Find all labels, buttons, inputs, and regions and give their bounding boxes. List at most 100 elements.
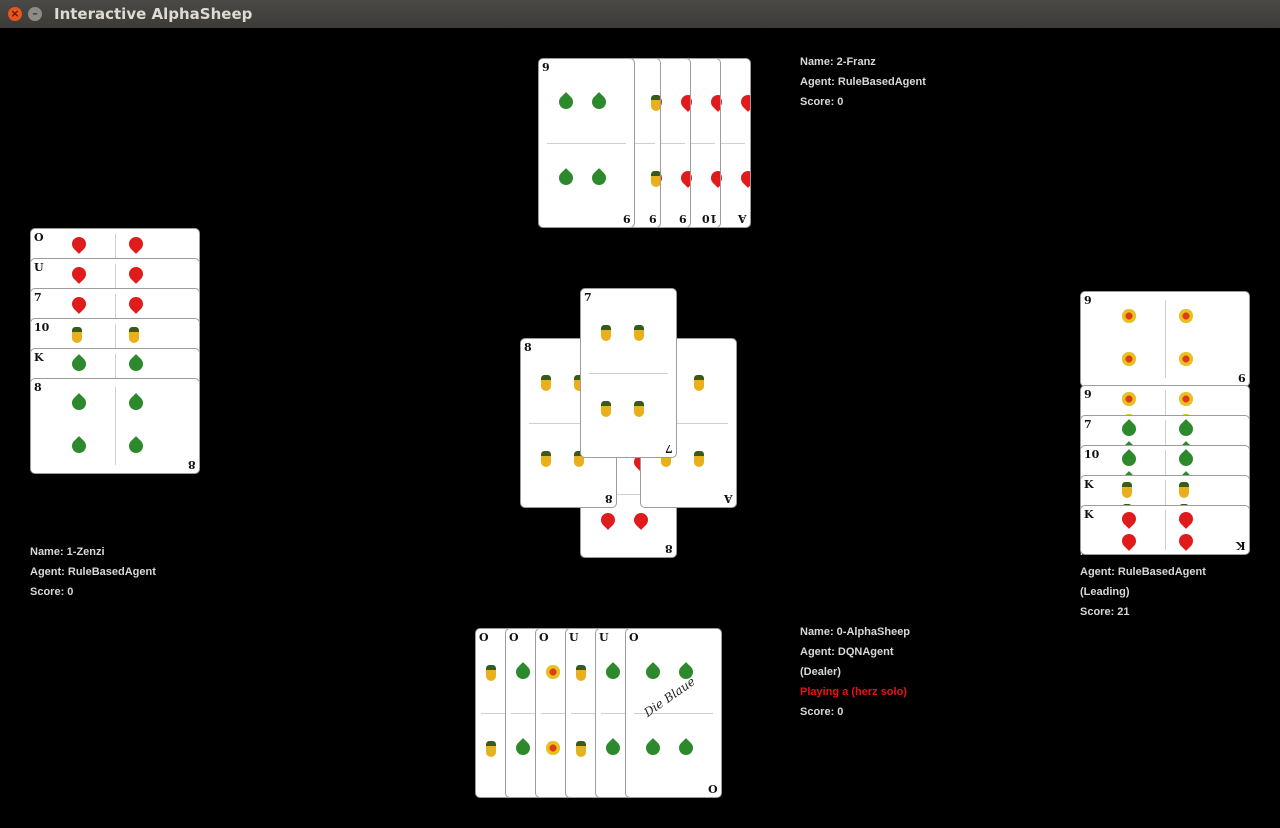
heart-icon (708, 91, 720, 112)
card-rank: 9 (623, 212, 631, 225)
card-rank: O (708, 782, 718, 795)
card-rank: O (629, 631, 639, 644)
leaf-icon (602, 738, 623, 758)
acorn-icon (651, 171, 660, 187)
card-rank: K (1236, 539, 1246, 552)
card-leaf-o[interactable]: O O Die Blaue (625, 628, 722, 798)
card-rank: 7 (584, 291, 592, 304)
player-score: Score: 0 (800, 96, 844, 108)
card-rank: 8 (605, 492, 613, 505)
game-table: Name: 2-Franz Agent: RuleBasedAgent Scor… (0, 28, 1280, 828)
window-title: Interactive AlphaSheep (54, 5, 253, 23)
card-rank: 9 (1238, 371, 1246, 384)
leaf-icon (589, 168, 610, 188)
leaf-icon (556, 168, 577, 188)
close-icon[interactable]: × (8, 7, 22, 21)
card-rank: 8 (34, 381, 42, 394)
player-agent: Agent: RuleBasedAgent (30, 566, 156, 578)
card-rank: U (34, 261, 44, 274)
heart-icon (1176, 508, 1197, 529)
player-name: Name: 2-Franz (800, 56, 876, 68)
leaf-icon (68, 354, 89, 374)
bell-icon (545, 664, 560, 679)
heart-icon (1118, 531, 1139, 551)
card-leaf-8: 88 (30, 378, 200, 474)
leaf-icon (68, 436, 89, 457)
acorn-icon (694, 374, 705, 391)
acorn-icon (601, 324, 612, 341)
card-rank: 8 (665, 542, 673, 555)
card-rank: 8 (524, 341, 532, 354)
card-rank: 9 (542, 61, 550, 74)
card-rank: 9 (679, 212, 687, 225)
card-bell-9: 99 (1080, 291, 1250, 387)
player-score: Score: 21 (1080, 606, 1130, 618)
heart-icon (678, 168, 690, 188)
minimize-icon[interactable]: – (28, 7, 42, 21)
card-divider (1165, 299, 1166, 379)
heart-icon (68, 234, 89, 254)
acorn-icon (1121, 481, 1132, 498)
bell-icon (1179, 309, 1194, 323)
leaf-icon (512, 661, 533, 682)
leaf-icon (68, 393, 89, 413)
window-titlebar: × – Interactive AlphaSheep (0, 0, 1280, 28)
card-rank: K (1084, 478, 1094, 491)
heart-icon (1176, 531, 1197, 551)
card-rank: O (479, 631, 489, 644)
player-agent: Agent: DQNAgent (800, 646, 894, 658)
acorn-icon (129, 327, 140, 343)
acorn-icon (601, 401, 612, 417)
card-rank: U (599, 631, 609, 644)
player-agent: Agent: RuleBasedAgent (800, 76, 926, 88)
heart-icon (126, 294, 147, 314)
bell-icon (1121, 309, 1136, 323)
heart-icon (68, 264, 89, 284)
heart-icon (738, 91, 750, 112)
acorn-icon (634, 401, 645, 417)
leaf-icon (589, 91, 610, 112)
heart-icon (126, 234, 147, 254)
card-heart-k: KK (1080, 505, 1250, 555)
bell-icon (1179, 391, 1194, 406)
leaf-icon (602, 661, 623, 682)
leaf-icon (1176, 448, 1197, 469)
heart-icon (598, 510, 619, 531)
card-rank: 10 (701, 212, 717, 225)
acorn-icon (541, 451, 552, 467)
card-rank: U (569, 631, 579, 644)
bell-icon (545, 741, 560, 755)
player-info-south: Name: 0-AlphaSheep Agent: DQNAgent (Deal… (800, 625, 910, 725)
leaf-icon (512, 738, 533, 758)
leaf-icon (556, 91, 577, 112)
acorn-icon (634, 324, 645, 341)
card-divider (546, 143, 627, 144)
player-name: Name: 1-Zenzi (30, 546, 105, 558)
card-rank: A (738, 212, 747, 225)
player-name: Name: 0-AlphaSheep (800, 626, 911, 638)
heart-icon (631, 510, 652, 531)
card-rank: O (539, 631, 549, 644)
acorn-icon (71, 327, 82, 343)
heart-icon (1118, 508, 1139, 529)
heart-icon (738, 168, 750, 188)
acorn-icon (694, 451, 705, 467)
leaf-icon (1118, 418, 1139, 439)
card-rank: 9 (1084, 294, 1092, 307)
leaf-icon (1118, 448, 1139, 469)
leaf-icon (126, 393, 147, 413)
player-score: Score: 0 (30, 586, 74, 598)
card-rank: 8 (188, 458, 196, 471)
heart-icon (68, 294, 89, 314)
acorn-icon (651, 94, 660, 111)
card-divider (1165, 509, 1166, 551)
card-divider (115, 386, 116, 466)
leaf-icon (126, 436, 147, 457)
card-leaf-9: 99 (538, 58, 635, 228)
card-rank: 10 (34, 321, 50, 334)
leaf-icon (126, 354, 147, 374)
player-tag: (Leading) (1080, 586, 1130, 598)
acorn-icon (485, 664, 496, 681)
game-status: Playing a (herz solo) (800, 686, 907, 698)
heart-icon (708, 168, 720, 188)
